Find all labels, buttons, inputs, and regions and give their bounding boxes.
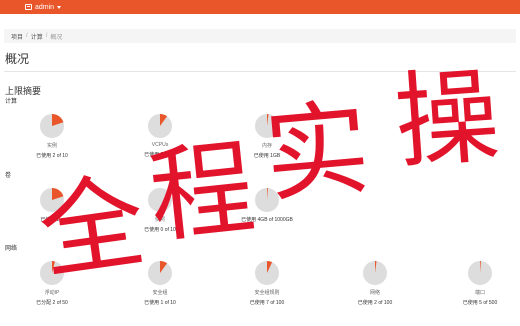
quota-group-title: 网络 (5, 246, 18, 252)
top-navbar: admin (0, 0, 520, 14)
quota-pie-item: 安全组已使用 1 of 10 (130, 260, 190, 306)
user-name: admin (35, 3, 55, 11)
quota-pie-chart (40, 261, 64, 285)
quota-pie-chart (40, 188, 64, 212)
caret-down-icon (57, 5, 62, 9)
quota-usage: 已使用 4GB of 1000GB (241, 217, 293, 223)
quota-usage: 已使用 0 of 10 (144, 227, 176, 233)
quota-label: VCPUs (151, 142, 169, 148)
page-title: 概况 (5, 52, 30, 66)
quota-pie-item: 快照已使用 0 of 10 (130, 187, 190, 233)
quota-usage: 已使用 7 of 100 (249, 300, 285, 306)
watermark-char-4: 操 (390, 54, 504, 184)
breadcrumb-project[interactable]: 项目 (11, 32, 23, 41)
quota-usage: 已使用 2 of 10 (36, 153, 68, 159)
quota-usage: 已使用 2 of 100 (357, 300, 393, 306)
quota-pie-chart (148, 188, 172, 212)
quota-usage: 已分配 2 of 50 (36, 300, 68, 306)
quota-usage: 已使用 1 of 10 (144, 300, 176, 306)
pie-free-slice (148, 188, 172, 212)
breadcrumb: 项目 / 计算 / 概况 (4, 29, 516, 43)
quota-pie-item: 端口已使用 5 of 500 (450, 260, 510, 306)
breadcrumb-compute[interactable]: 计算 (31, 32, 43, 41)
breadcrumb-separator: / (26, 33, 28, 39)
quota-pie-item: 实例已使用 2 of 10 (22, 113, 82, 159)
quota-usage: 已使用 1GB (253, 153, 281, 159)
quota-pie-chart (255, 188, 279, 212)
breadcrumb-separator: / (45, 33, 48, 39)
quota-group-title: 计算 (5, 99, 18, 105)
quota-pie-chart (255, 261, 279, 285)
title-divider (4, 71, 516, 72)
quota-pie-chart (148, 261, 172, 285)
quota-pie-item: 网络已使用 2 of 100 (345, 260, 405, 306)
quota-label: 安全组规则 (254, 290, 280, 296)
quota-pie-chart (255, 114, 279, 138)
quota-group-title: 卷 (5, 173, 12, 179)
quota-label: 实例 (46, 143, 57, 149)
quota-usage: 已使用 5 of 500 (462, 300, 498, 306)
quota-label: 内存 (261, 143, 272, 149)
quota-pie-item: 内存已使用 1GB (237, 113, 297, 159)
quota-label: 浮动IP (44, 290, 60, 296)
quota-usage: 已使用 2 of 20 (144, 152, 176, 158)
user-menu[interactable]: admin (25, 2, 62, 12)
quota-usage: 已使用 2 o (40, 217, 64, 223)
quota-pie-chart (363, 261, 387, 285)
quota-pie-item: 已使用 4GB of 1000GB (237, 187, 297, 223)
breadcrumb-current: 概况 (50, 34, 63, 41)
quota-pie-item: VCPUs 已使用 2 of 20 (130, 113, 190, 158)
quota-pie-chart (40, 114, 64, 138)
quota-pie-item: 安全组规则已使用 7 of 100 (237, 260, 297, 306)
quota-label: 快照 (154, 217, 165, 223)
quota-label: 网络 (369, 290, 380, 296)
quota-pie-item: 浮动IP 已分配 2 of 50 (22, 260, 82, 306)
quota-pie-chart (468, 261, 492, 285)
user-icon (25, 4, 32, 10)
quota-label: 安全组 (152, 290, 168, 296)
quota-label: 端口 (474, 290, 485, 296)
quota-pie-chart (148, 114, 172, 138)
quota-pie-item: 已使用 2 o (22, 187, 82, 223)
